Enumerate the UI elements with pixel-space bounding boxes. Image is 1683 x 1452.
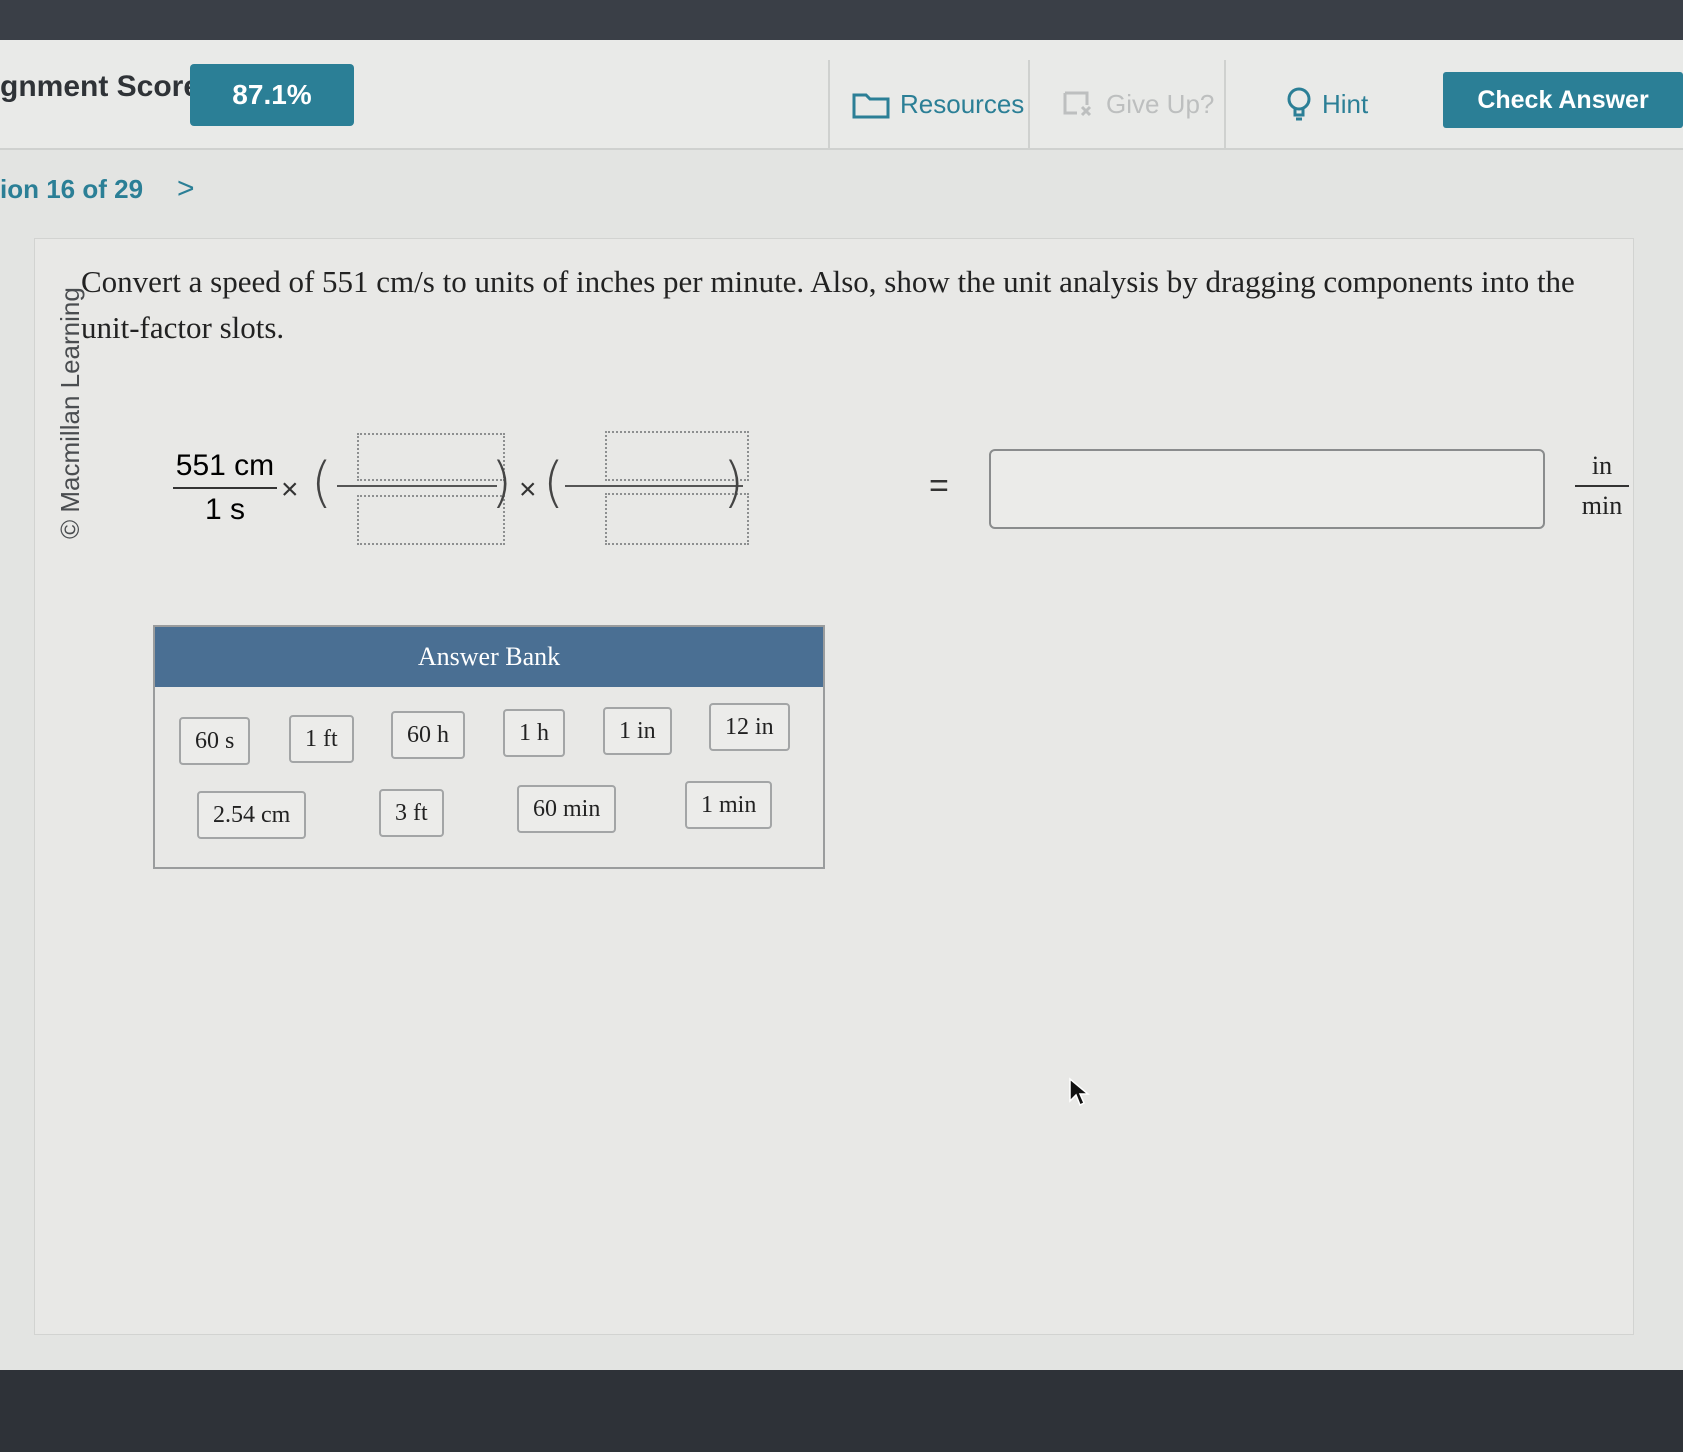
question-text: Convert a speed of 551 cm/s to units of …	[81, 264, 1575, 345]
given-numerator: 551 cm	[175, 449, 275, 482]
answer-unit-denominator: min	[1581, 491, 1623, 520]
give-up-button[interactable]: Give Up?	[1028, 60, 1230, 148]
unit-factor-1-numerator-slot[interactable]	[357, 433, 505, 481]
answer-chip[interactable]: 60 h	[391, 711, 465, 759]
hint-button[interactable]: Hint	[1224, 60, 1476, 148]
next-question-chevron-icon[interactable]: >	[177, 172, 195, 206]
fraction-bar	[173, 487, 277, 489]
given-denominator: 1 s	[204, 493, 246, 526]
answer-chip[interactable]: 1 min	[685, 781, 773, 829]
answer-unit-numerator: in	[1591, 451, 1613, 480]
answer-bank: Answer Bank 60 s 1 ft 60 h 1 h 1 in 12 i…	[153, 625, 825, 869]
answer-chip[interactable]: 1 in	[603, 707, 672, 755]
hint-label: Hint	[1322, 88, 1369, 119]
answer-chip[interactable]: 2.54 cm	[197, 791, 307, 839]
unit-factor-1-denominator-slot[interactable]	[357, 495, 505, 545]
answer-chip[interactable]: 60 min	[517, 785, 617, 833]
close-paren: )	[491, 451, 513, 514]
resources-button[interactable]: Resources	[828, 60, 1050, 148]
open-paren: (	[311, 451, 333, 514]
question-position: ion 16 of 29	[0, 173, 144, 204]
open-paren: (	[543, 451, 565, 514]
check-answer-button[interactable]: Check Answer	[1443, 72, 1683, 128]
question-panel: © Macmillan Learning Convert a speed of …	[34, 238, 1634, 1335]
folder-icon	[852, 89, 890, 119]
give-up-label: Give Up?	[1106, 88, 1215, 119]
lightbulb-icon	[1286, 87, 1312, 121]
top-bar: gnment Score: 87.1% Resources Give Up? H…	[0, 40, 1683, 150]
unit-factor-2-bar	[565, 485, 743, 487]
screen: gnment Score: 87.1% Resources Give Up? H…	[0, 40, 1683, 1370]
multiply-sign: ×	[281, 473, 299, 506]
resources-label: Resources	[900, 88, 1025, 119]
answer-chip[interactable]: 12 in	[709, 703, 790, 751]
assignment-score-badge: 87.1%	[190, 64, 354, 126]
given-fraction: 551 cm 1 s	[173, 449, 277, 527]
monitor-bezel	[0, 1370, 1683, 1452]
mouse-pointer-icon	[1068, 1077, 1091, 1112]
equals-sign: =	[929, 467, 949, 505]
give-up-icon	[1062, 89, 1096, 119]
fraction-bar	[1575, 485, 1629, 487]
answer-chip[interactable]: 60 s	[179, 717, 251, 765]
answer-bank-title: Answer Bank	[155, 627, 823, 687]
close-paren: )	[723, 451, 745, 514]
answer-chip[interactable]: 1 ft	[289, 715, 354, 763]
unit-factor-1-bar	[337, 485, 497, 487]
answer-chip[interactable]: 3 ft	[379, 789, 444, 837]
assignment-score-label: gnment Score:	[0, 70, 211, 103]
question-navigation: ion 16 of 29 >	[0, 172, 195, 206]
answer-unit-fraction: in min	[1575, 451, 1629, 521]
answer-chip[interactable]: 1 h	[503, 709, 565, 757]
answer-input[interactable]	[989, 449, 1545, 529]
multiply-sign: ×	[519, 473, 537, 506]
